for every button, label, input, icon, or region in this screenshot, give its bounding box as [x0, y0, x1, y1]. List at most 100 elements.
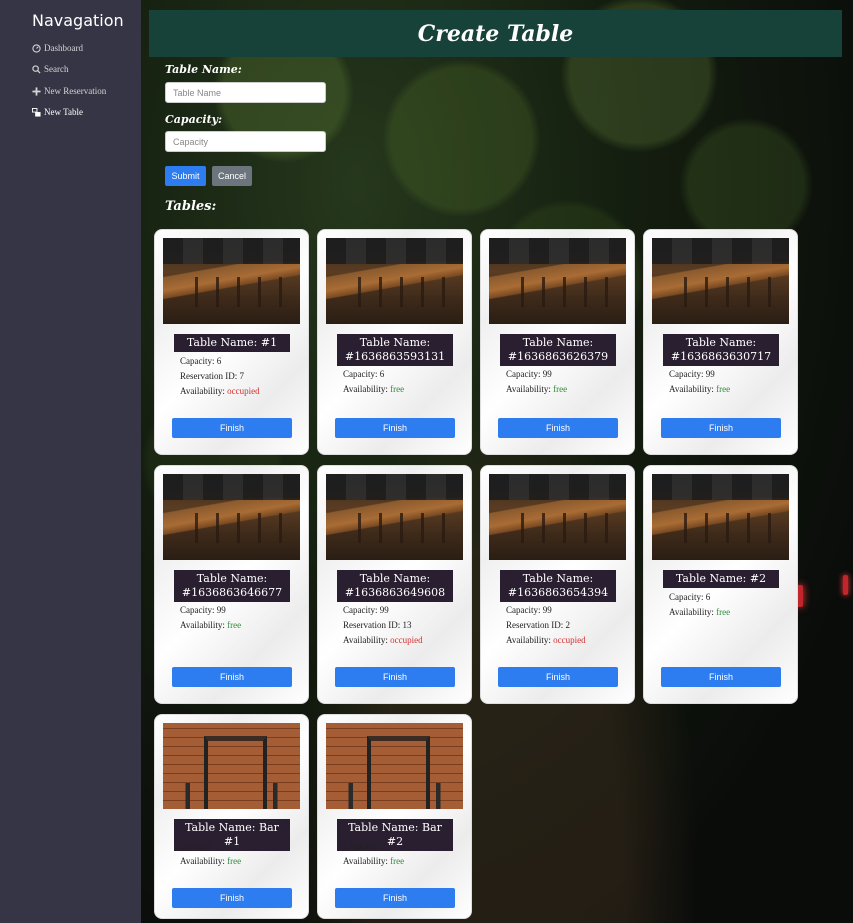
table-capacity: Capacity: 99 [506, 605, 552, 615]
capacity-input[interactable] [165, 131, 326, 152]
table-availability: Availability: free [669, 607, 731, 617]
sidebar-item-label: New Table [44, 107, 83, 117]
table-availability: Availability: free [506, 384, 568, 394]
table-card: Table Name: #2 Capacity: 6 Availability:… [643, 465, 798, 704]
availability-status: free [716, 384, 731, 394]
availability-status: free [716, 607, 731, 617]
search-icon [32, 64, 41, 74]
sidebar: Navagation Dashboard Search New Reservat… [0, 0, 141, 923]
table-details: Capacity: 6 Availability: free [343, 367, 404, 397]
table-availability: Availability: free [343, 856, 405, 866]
table-details: Capacity: 6 Reservation ID: 7 Availabili… [180, 354, 260, 399]
availability-status: free [227, 856, 242, 866]
availability-status: free [390, 384, 405, 394]
table-capacity: Capacity: 99 [669, 369, 715, 379]
page-header: Create Table [149, 10, 842, 57]
sidebar-title: Navagation [32, 11, 124, 30]
table-card: Table Name: #1636863654394 Capacity: 99 … [480, 465, 635, 704]
table-name: Table Name: #1 [174, 334, 290, 352]
tables-heading: Tables: [165, 199, 217, 214]
table-capacity: Capacity: 99 [180, 605, 226, 615]
finish-button[interactable]: Finish [172, 888, 292, 908]
table-name: Table Name: #1636863649608 [337, 570, 453, 602]
table-details: Capacity: 99 Reservation ID: 13 Availabi… [343, 603, 423, 648]
table-reservation-id: Reservation ID: 2 [506, 620, 570, 630]
table-availability: Availability: free [669, 384, 731, 394]
table-capacity: Capacity: 6 [180, 356, 222, 366]
sidebar-item-dashboard[interactable]: Dashboard [32, 43, 83, 53]
cancel-button[interactable]: Cancel [212, 166, 252, 186]
table-name-label: Table Name: [165, 63, 242, 76]
table-name: Table Name: #1636863654394 [500, 570, 616, 602]
availability-status: occupied [390, 635, 423, 645]
table-details: Capacity: 99 Availability: free [506, 367, 567, 397]
table-capacity: Capacity: 1 [180, 841, 222, 851]
sidebar-item-label: New Reservation [44, 86, 107, 96]
finish-button[interactable]: Finish [335, 418, 455, 438]
table-image [652, 474, 789, 560]
table-image [489, 474, 626, 560]
sidebar-item-label: Search [44, 64, 69, 74]
dashboard-icon [32, 43, 41, 53]
table-image [326, 238, 463, 324]
table-image [163, 474, 300, 560]
page-title: Create Table [417, 20, 574, 47]
table-availability: Availability: occupied [343, 635, 423, 645]
table-reservation-id: Reservation ID: 7 [180, 371, 244, 381]
table-capacity: Capacity: 1 [343, 841, 385, 851]
table-card: Table Name: Bar #1 Capacity: 1 Availabil… [154, 714, 309, 919]
submit-button[interactable]: Submit [165, 166, 206, 186]
table-availability: Availability: free [343, 384, 405, 394]
table-capacity: Capacity: 99 [343, 605, 389, 615]
finish-button[interactable]: Finish [335, 667, 455, 687]
sidebar-item-new-table[interactable]: New Table [32, 107, 83, 117]
table-details: Capacity: 99 Reservation ID: 2 Availabil… [506, 603, 586, 648]
finish-button[interactable]: Finish [661, 667, 781, 687]
main-content: Create Table Table Name: Capacity: Submi… [141, 0, 853, 923]
table-details: Capacity: 1 Availability: free [180, 839, 241, 869]
availability-status: free [390, 856, 405, 866]
table-reservation-id: Reservation ID: 13 [343, 620, 412, 630]
background-light [843, 575, 848, 595]
availability-status: free [553, 384, 568, 394]
table-card: Table Name: #1636863649608 Capacity: 99 … [317, 465, 472, 704]
availability-status: free [227, 620, 242, 630]
finish-button[interactable]: Finish [661, 418, 781, 438]
table-details: Capacity: 6 Availability: free [669, 590, 730, 620]
sidebar-item-new-reservation[interactable]: New Reservation [32, 86, 106, 96]
finish-button[interactable]: Finish [172, 418, 292, 438]
sidebar-item-label: Dashboard [44, 43, 83, 53]
finish-button[interactable]: Finish [335, 888, 455, 908]
table-capacity: Capacity: 6 [343, 369, 385, 379]
table-image [489, 238, 626, 324]
table-name-input[interactable] [165, 82, 326, 103]
availability-status: occupied [553, 635, 586, 645]
table-availability: Availability: free [180, 856, 242, 866]
availability-status: occupied [227, 386, 260, 396]
finish-button[interactable]: Finish [172, 667, 292, 687]
table-name: Table Name: #1636863646677 [174, 570, 290, 602]
table-card: Table Name: #1 Capacity: 6 Reservation I… [154, 229, 309, 455]
table-details: Capacity: 1 Availability: free [343, 839, 404, 869]
table-details: Capacity: 99 Availability: free [669, 367, 730, 397]
table-name: Table Name: #1636863593131 [337, 334, 453, 366]
table-image [163, 238, 300, 324]
table-capacity: Capacity: 6 [669, 592, 711, 602]
table-card: Table Name: #1636863646677 Capacity: 99 … [154, 465, 309, 704]
table-card: Table Name: Bar #2 Capacity: 1 Availabil… [317, 714, 472, 919]
table-availability: Availability: occupied [180, 386, 260, 396]
finish-button[interactable]: Finish [498, 418, 618, 438]
table-availability: Availability: free [180, 620, 242, 630]
capacity-label: Capacity: [165, 113, 223, 126]
table-name: Table Name: #1636863626379 [500, 334, 616, 366]
table-image [652, 238, 789, 324]
finish-button[interactable]: Finish [498, 667, 618, 687]
table-image [163, 723, 300, 809]
table-details: Capacity: 99 Availability: free [180, 603, 241, 633]
plus-icon [32, 86, 41, 96]
table-name: Table Name: #2 [663, 570, 779, 588]
sidebar-item-search[interactable]: Search [32, 64, 69, 74]
table-name: Table Name: #1636863630717 [663, 334, 779, 366]
table-card: Table Name: #1636863593131 Capacity: 6 A… [317, 229, 472, 455]
table-availability: Availability: occupied [506, 635, 586, 645]
